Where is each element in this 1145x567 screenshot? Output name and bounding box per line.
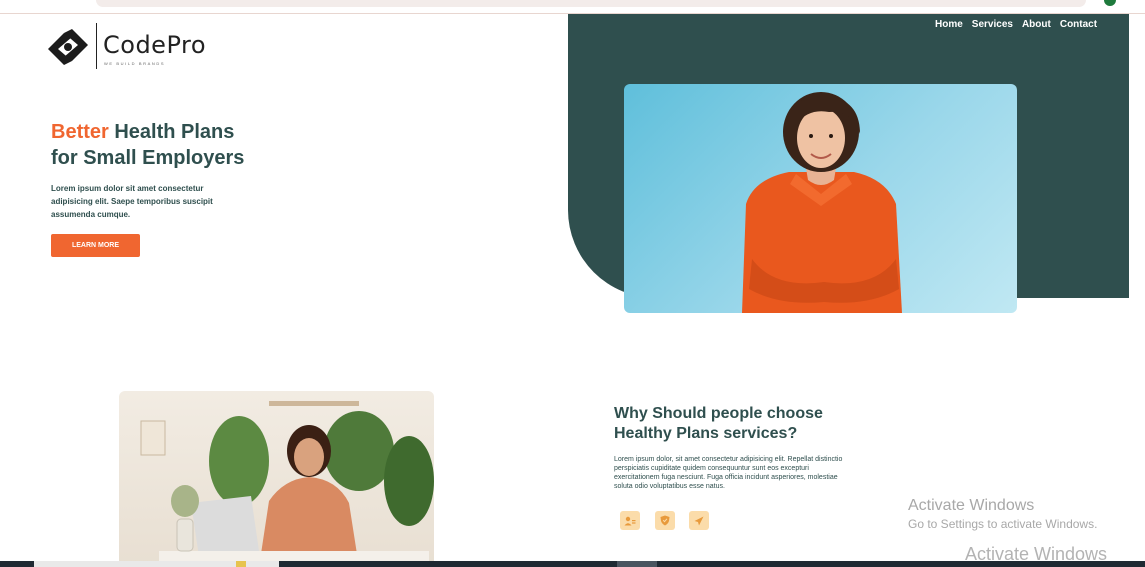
taskbar-folder-icon[interactable]	[236, 561, 246, 567]
rocket-icon	[694, 516, 704, 525]
feature-shield-button[interactable]	[655, 511, 675, 530]
woman-laptop-illustration	[140, 401, 434, 567]
browser-toolbar	[0, 0, 1145, 14]
taskbar	[0, 561, 1145, 567]
feature-rocket-button[interactable]	[689, 511, 709, 530]
learn-more-button[interactable]: LEARN MORE	[51, 234, 140, 257]
logo-name: CodePro	[103, 31, 207, 59]
logo-tagline: WE BUILD BRANDS	[104, 61, 166, 66]
nav-about[interactable]: About	[1022, 19, 1051, 30]
why-title: Why Should people choose Healthy Plans s…	[614, 404, 823, 444]
hero-image	[624, 84, 1017, 313]
why-title-line1: Why Should people choose	[614, 405, 823, 422]
nav-contact[interactable]: Contact	[1060, 19, 1097, 30]
feature-user-button[interactable]	[620, 511, 640, 530]
activation-title: Activate Windows	[908, 497, 1035, 514]
secondary-image	[119, 391, 434, 567]
logo[interactable]: CodePro WE BUILD BRANDS	[46, 23, 226, 71]
activation-watermark: Activate Windows Go to Settings to activ…	[908, 497, 1097, 531]
hero-title-accent: Better	[51, 121, 109, 143]
user-icon	[624, 516, 636, 525]
profile-icon[interactable]	[1104, 0, 1116, 6]
hero-title: Better Health Plans for Small Employers	[51, 119, 244, 171]
address-bar[interactable]	[96, 0, 1086, 7]
taskbar-active-app[interactable]	[617, 561, 657, 567]
nav-services[interactable]: Services	[972, 19, 1013, 30]
shield-icon	[660, 515, 670, 526]
why-title-line2: Healthy Plans services?	[614, 425, 798, 442]
nav-home[interactable]: Home	[935, 19, 963, 30]
hero-title-line2: for Small Employers	[51, 147, 245, 169]
logo-icon	[48, 29, 88, 65]
main-nav: Home Services About Contact	[935, 19, 1097, 30]
why-description: Lorem ipsum dolor, sit amet consectetur …	[614, 456, 843, 490]
logo-divider	[96, 23, 97, 69]
hero-description: Lorem ipsum dolor sit amet consectetur a…	[51, 184, 213, 219]
hero-title-rest: Health Plans	[108, 121, 235, 143]
woman-portrait-illustration	[742, 92, 902, 313]
activation-subtitle: Go to Settings to activate Windows.	[908, 517, 1098, 531]
